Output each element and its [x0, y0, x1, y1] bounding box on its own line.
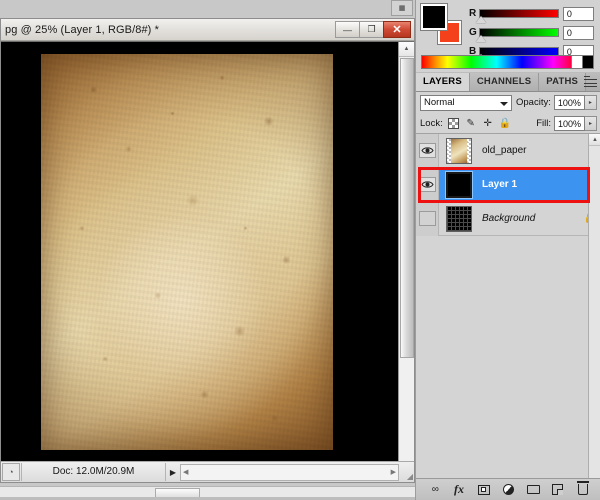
restore-button[interactable]: ❐: [359, 21, 384, 38]
black-swatch[interactable]: [583, 55, 594, 69]
delete-layer-icon[interactable]: [574, 481, 591, 498]
status-expand-arrow[interactable]: ▶: [166, 468, 180, 477]
red-ramp: [478, 9, 559, 18]
canvas-area[interactable]: ▲: [1, 41, 414, 461]
fill-stepper[interactable]: ▸: [585, 115, 597, 131]
layer-thumbnail-cell[interactable]: [439, 202, 479, 236]
color-panel: R 0 G 0 B 0: [416, 0, 600, 72]
tab-layers[interactable]: LAYERS: [416, 73, 470, 91]
canvas-scroll-up-arrow[interactable]: ▲: [399, 42, 414, 57]
green-slider-thumb[interactable]: [475, 35, 486, 42]
foreground-color-swatch[interactable]: [420, 3, 448, 31]
hscroll-left-arrow[interactable]: ◀: [183, 468, 188, 476]
panel-menu-icon[interactable]: [584, 76, 597, 87]
layer-name-old-paper[interactable]: old_paper: [479, 145, 579, 156]
green-value-field[interactable]: 0: [562, 25, 594, 40]
white-swatch[interactable]: [572, 55, 583, 69]
black-fill-thumbnail[interactable]: [445, 170, 473, 199]
close-button[interactable]: ✕: [383, 21, 411, 38]
lock-label: Lock:: [420, 117, 443, 129]
green-ramp: [478, 28, 559, 37]
photoshop-window: ▦ pg @ 25% (Layer 1, RGB/8#) * — ❐ ✕ ▲ ◔…: [0, 0, 600, 500]
spectrum-ramp[interactable]: [421, 55, 572, 69]
opacity-label: Opacity:: [516, 97, 551, 108]
red-slider-thumb[interactable]: [475, 16, 486, 23]
blend-mode-value: Normal: [424, 97, 455, 108]
layer-visibility-cell[interactable]: [416, 201, 439, 236]
document-statusbar: ◔ Doc: 12.0M/20.9M ▶ ◀ ▶ ◢: [1, 461, 414, 482]
layer-name-background[interactable]: Background: [479, 213, 579, 224]
lock-row: Lock: ✎ ✛ 🔒 Fill: 100% ▸: [416, 113, 600, 133]
fill-label: Fill:: [536, 117, 551, 129]
layer-thumbnail-cell[interactable]: [439, 134, 479, 168]
layer-row-background[interactable]: Background 🔒: [416, 201, 600, 236]
color-slider-red[interactable]: R 0: [469, 4, 594, 23]
red-slider-track[interactable]: [475, 9, 559, 23]
window-controls: — ❐ ✕: [335, 21, 411, 38]
canvas-horizontal-scrollbar[interactable]: ◀ ▶: [180, 463, 399, 481]
link-layers-icon[interactable]: ∞: [426, 481, 443, 498]
blend-mode-row: Normal Opacity: 100% ▸: [416, 92, 600, 113]
layer-thumbnail-cell[interactable]: [439, 168, 479, 202]
color-spectrum-bar[interactable]: [421, 55, 594, 69]
layer-style-fx-icon[interactable]: fx: [451, 481, 468, 498]
layer-row-old-paper[interactable]: old_paper: [416, 134, 600, 168]
add-layer-mask-icon[interactable]: [475, 481, 492, 498]
document-window: pg @ 25% (Layer 1, RGB/8#) * — ❐ ✕ ▲ ◔ D…: [0, 18, 415, 483]
tool-preset-glyph: ▦: [398, 5, 406, 12]
grid-pattern-thumbnail[interactable]: [446, 205, 472, 232]
red-value-field[interactable]: 0: [562, 6, 594, 21]
tab-channels[interactable]: CHANNELS: [469, 73, 540, 91]
canvas-scroll-thumb[interactable]: [400, 58, 414, 358]
lock-image-pixels-icon[interactable]: ✎: [464, 116, 478, 130]
layer-row-layer-1[interactable]: Layer 1: [416, 167, 600, 202]
tool-preset-icon[interactable]: ▦: [391, 0, 413, 16]
lock-transparent-pixels-icon[interactable]: [447, 116, 461, 130]
new-group-icon[interactable]: [525, 481, 542, 498]
eye-glyph: [420, 181, 434, 188]
tab-paths[interactable]: PATHS: [539, 73, 587, 91]
layer-name-layer-1[interactable]: Layer 1: [479, 179, 579, 190]
layers-vertical-scrollbar[interactable]: ▲: [588, 134, 600, 478]
color-swatches: [420, 3, 463, 45]
eye-glyph: [420, 147, 434, 154]
opacity-input[interactable]: 100%: [553, 95, 585, 110]
document-title: pg @ 25% (Layer 1, RGB/8#) *: [5, 23, 159, 36]
lock-all-icon[interactable]: 🔒: [498, 116, 512, 130]
document-titlebar[interactable]: pg @ 25% (Layer 1, RGB/8#) * — ❐ ✕: [1, 19, 414, 41]
layers-panel: LAYERS CHANNELS PATHS Normal Opacity: 10…: [416, 72, 600, 500]
new-adjustment-layer-icon[interactable]: [500, 481, 517, 498]
chevron-down-icon: [500, 101, 508, 106]
hscroll-right-arrow[interactable]: ▶: [391, 468, 396, 476]
layer-visibility-cell[interactable]: [416, 167, 439, 202]
eye-icon[interactable]: [418, 143, 436, 158]
layer-visibility-cell[interactable]: [416, 134, 439, 168]
old-paper-image: [41, 54, 333, 450]
lock-position-icon[interactable]: ✛: [481, 116, 495, 130]
layers-scroll-up-arrow[interactable]: ▲: [589, 134, 600, 146]
canvas-stage[interactable]: [1, 42, 398, 461]
canvas-vertical-scrollbar[interactable]: ▲: [398, 42, 414, 461]
fill-input[interactable]: 100%: [554, 115, 585, 131]
panel-dock: R 0 G 0 B 0 LAYERS CHANNELS PATHS Normal…: [415, 0, 600, 500]
layer-list[interactable]: old_paper Layer 1 Background ▲: [416, 133, 600, 478]
status-preview-icon[interactable]: ◔: [2, 463, 20, 481]
layers-bottom-toolbar: ∞ fx: [416, 478, 600, 500]
blend-mode-select[interactable]: Normal: [420, 94, 512, 111]
opacity-stepper[interactable]: ▸: [584, 95, 597, 110]
color-slider-green[interactable]: G 0: [469, 23, 594, 42]
paper-texture-thumbnail[interactable]: [446, 137, 472, 164]
fill-group: Fill: 100% ▸: [532, 115, 597, 131]
document-size-label: Doc: 12.0M/20.9M: [21, 463, 166, 481]
eye-icon[interactable]: [418, 177, 436, 192]
green-slider-track[interactable]: [475, 28, 559, 42]
new-layer-icon[interactable]: [549, 481, 566, 498]
eye-icon[interactable]: [418, 211, 436, 226]
minimize-button[interactable]: —: [335, 21, 360, 38]
resize-grip[interactable]: ◢: [399, 464, 413, 481]
panel-tab-bar: LAYERS CHANNELS PATHS: [416, 72, 600, 92]
